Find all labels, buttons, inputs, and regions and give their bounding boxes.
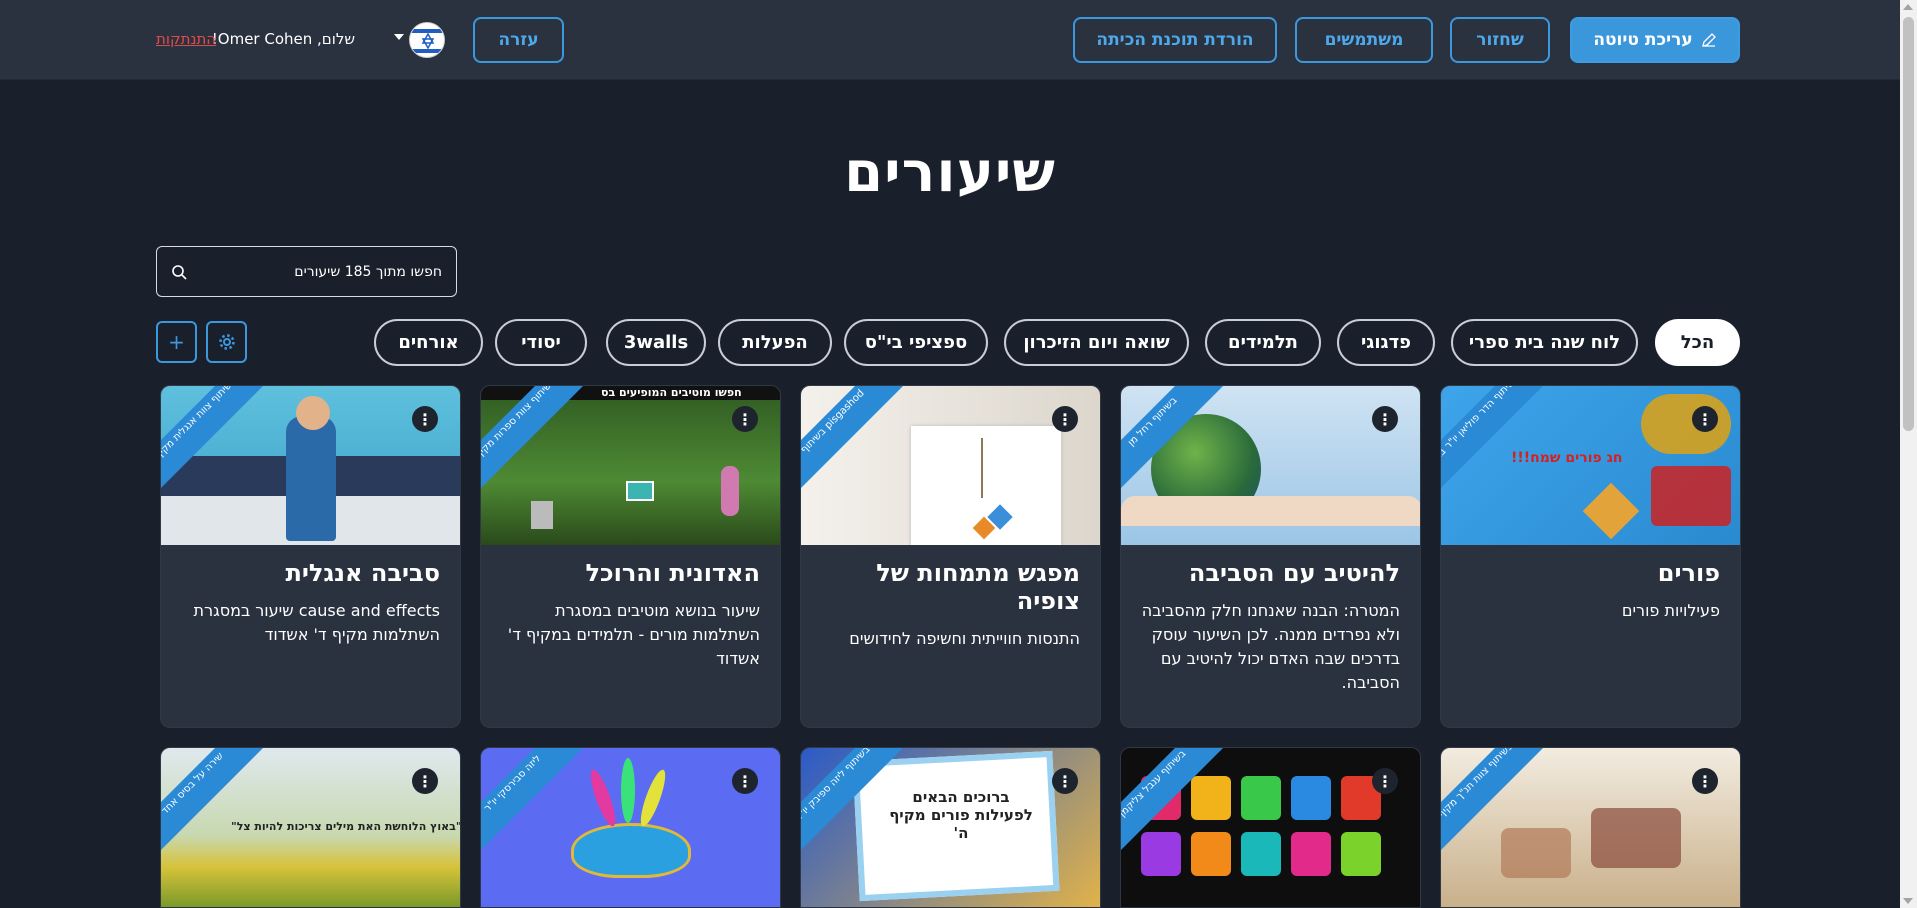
restore-button[interactable]: שחזור [1450,17,1550,63]
lesson-card[interactable]: חג פורים שמח!!! בשיתוף הדר פוליאן יו"ר ב… [1440,385,1741,728]
user-greeting: שלום, Omer Cohen! [211,30,355,48]
add-lesson-button[interactable]: + [156,321,197,363]
lesson-card[interactable]: בשיתוף pisgashod ⋮ מפגש מתמחות של צופיה … [800,385,1101,728]
lesson-card-image: בשיתוף pisgashod ⋮ [801,386,1100,545]
page-scrollbar[interactable] [1900,0,1917,908]
users-label: משתמשים [1324,30,1404,50]
lesson-card-description: המטרה: הבנה שאנחנו חלק מהסביבה ולא נפרדי… [1141,601,1400,692]
partner-ribbon: שירה על בסיס אחד [161,748,264,855]
more-options-icon[interactable]: ⋮ [732,768,758,794]
lesson-card[interactable]: בשיתוף צוות אנגלית מקיף ד ⋮ סביבה אנגלית… [160,385,461,728]
search-icon [172,264,187,280]
lesson-card[interactable]: בשיתוף ענבל צליקמן ⋮ [1120,747,1421,908]
plus-icon: + [168,330,185,354]
lesson-card-title: סביבה אנגלית [285,559,440,587]
download-label: הורדת תוכנת הכיתה [1096,30,1254,50]
lesson-card-image: "באוץ הלוחשת האת מילים צריכות להיות צל" … [161,748,460,907]
lesson-card[interactable]: ליזה סבירסקי יו"ר ⋮ [480,747,781,908]
more-options-icon[interactable]: ⋮ [732,406,758,432]
category-chip-students[interactable]: תלמידים [1205,319,1321,366]
search-input[interactable]: חפשו מתוך 185 שיעורים [156,246,457,297]
more-options-icon[interactable]: ⋮ [412,768,438,794]
category-chip-guests[interactable]: אורחים [374,319,483,366]
lesson-card-image: ברוכים הבאים לפעילות פורים מקיף ה' בשיתו… [801,748,1100,907]
scrollbar-thumb[interactable] [1903,17,1914,431]
lesson-card-title: להיטיב עם הסביבה [1188,559,1400,587]
category-chip-elementary[interactable]: יסודי [495,319,587,366]
more-options-icon[interactable]: ⋮ [1692,406,1718,432]
partner-ribbon: בשיתוף pisgashod [801,386,904,493]
more-options-icon[interactable]: ⋮ [1052,406,1078,432]
category-chip-all[interactable]: הכל [1655,319,1740,366]
lesson-card-title: פורים [1657,559,1720,587]
category-chip-school-calendar[interactable]: לוח שנה בית ספרי [1451,319,1638,366]
lesson-card-description: התנסות חווייתית וחשיפה לחידושים [849,629,1080,648]
lesson-card[interactable]: ברוכים הבאים לפעילות פורים מקיף ה' בשיתו… [800,747,1101,908]
settings-button[interactable] [206,321,247,363]
more-options-icon[interactable]: ⋮ [412,406,438,432]
lesson-card-title: האדונית והרוכל [585,559,760,587]
pencil-icon [1701,33,1716,47]
lesson-card-image: חפשו מוטיבים המופיעים בס בשיתוף צוות ספר… [481,386,780,545]
lesson-card-image: בשיתוף צוות אנגלית מקיף ד ⋮ [161,386,460,545]
more-options-icon[interactable]: ⋮ [1692,768,1718,794]
users-button[interactable]: משתמשים [1295,17,1433,63]
gear-icon [218,334,235,350]
category-chip-school-specific[interactable]: ספציפי בי"ס [844,319,988,366]
category-chip-activities[interactable]: הפעלות [718,319,832,366]
partner-ribbon: בשיתוף הדר פוליאן יו"ר ברלב [1441,386,1544,493]
more-options-icon[interactable]: ⋮ [1052,768,1078,794]
scroll-up-arrow-icon[interactable] [1903,4,1913,10]
lesson-card-description: שיעור בנושא מוטיבים במסגרת השתלמות מורים… [507,601,760,668]
logout-link[interactable]: התנתקות [156,30,216,48]
lesson-card[interactable]: בשיתוף רחל מן ⋮ להיטיב עם הסביבה המטרה: … [1120,385,1421,728]
help-label: עזרה [498,30,539,50]
restore-label: שחזור [1476,30,1524,50]
language-dropdown-chevron-icon[interactable] [394,34,404,40]
lesson-card[interactable]: "באוץ הלוחשת האת מילים צריכות להיות צל" … [160,747,461,908]
lesson-card-description: פעילויות פורים [1621,601,1720,620]
lesson-card-image: חג פורים שמח!!! בשיתוף הדר פוליאן יו"ר ב… [1441,386,1740,545]
partner-ribbon: ליזה סבירסקי יו"ר [481,748,584,855]
category-chip-3walls[interactable]: 3walls [606,319,706,366]
card-image-caption: חג פורים שמח!!! [1511,450,1623,466]
israel-flag-icon[interactable] [409,22,445,58]
card-image-caption: חפשו מוטיבים המופיעים בס [601,386,742,399]
lesson-card[interactable]: בשיתוף צוות תנ"ך מקיף ד ⋮ [1440,747,1741,908]
help-button[interactable]: עזרה [473,17,564,63]
more-options-icon[interactable]: ⋮ [1372,768,1398,794]
lesson-card-image: ליזה סבירסקי יו"ר ⋮ [481,748,780,907]
more-options-icon[interactable]: ⋮ [1372,406,1398,432]
lesson-card[interactable]: חפשו מוטיבים המופיעים בס בשיתוף צוות ספר… [480,385,781,728]
page-title: שיעורים [844,140,1056,205]
lesson-card-image: בשיתוף רחל מן ⋮ [1121,386,1420,545]
search-placeholder: חפשו מתוך 185 שיעורים [294,263,442,280]
lesson-card-title: מפגש מתמחות של צופיה [876,559,1080,615]
download-class-software-button[interactable]: הורדת תוכנת הכיתה [1073,17,1277,63]
edit-draft-button[interactable]: עריכת טיוטה [1570,17,1740,63]
category-chip-holocaust[interactable]: שואה ויום הזיכרון [1004,319,1189,366]
scroll-down-arrow-icon[interactable] [1903,898,1913,904]
card-image-caption: "באוץ הלוחשת האת מילים צריכות להיות צל" [231,820,460,833]
card-image-caption: ברוכים הבאים לפעילות פורים מקיף ה' [889,788,1033,842]
lesson-card-image: בשיתוף צוות תנ"ך מקיף ד ⋮ [1441,748,1740,907]
category-chip-pedagogic[interactable]: פדגוגי [1337,319,1435,366]
edit-draft-label: עריכת טיוטה [1593,30,1693,50]
top-navbar: עריכת טיוטה שחזור משתמשים הורדת תוכנת הכ… [0,0,1900,80]
lesson-card-description: cause and effects שיעור במסגרת השתלמות מ… [193,601,440,644]
partner-ribbon: בשיתוף צוות ספרות מקיף ד [481,386,584,493]
lesson-card-image: בשיתוף ענבל צליקמן ⋮ [1121,748,1420,907]
